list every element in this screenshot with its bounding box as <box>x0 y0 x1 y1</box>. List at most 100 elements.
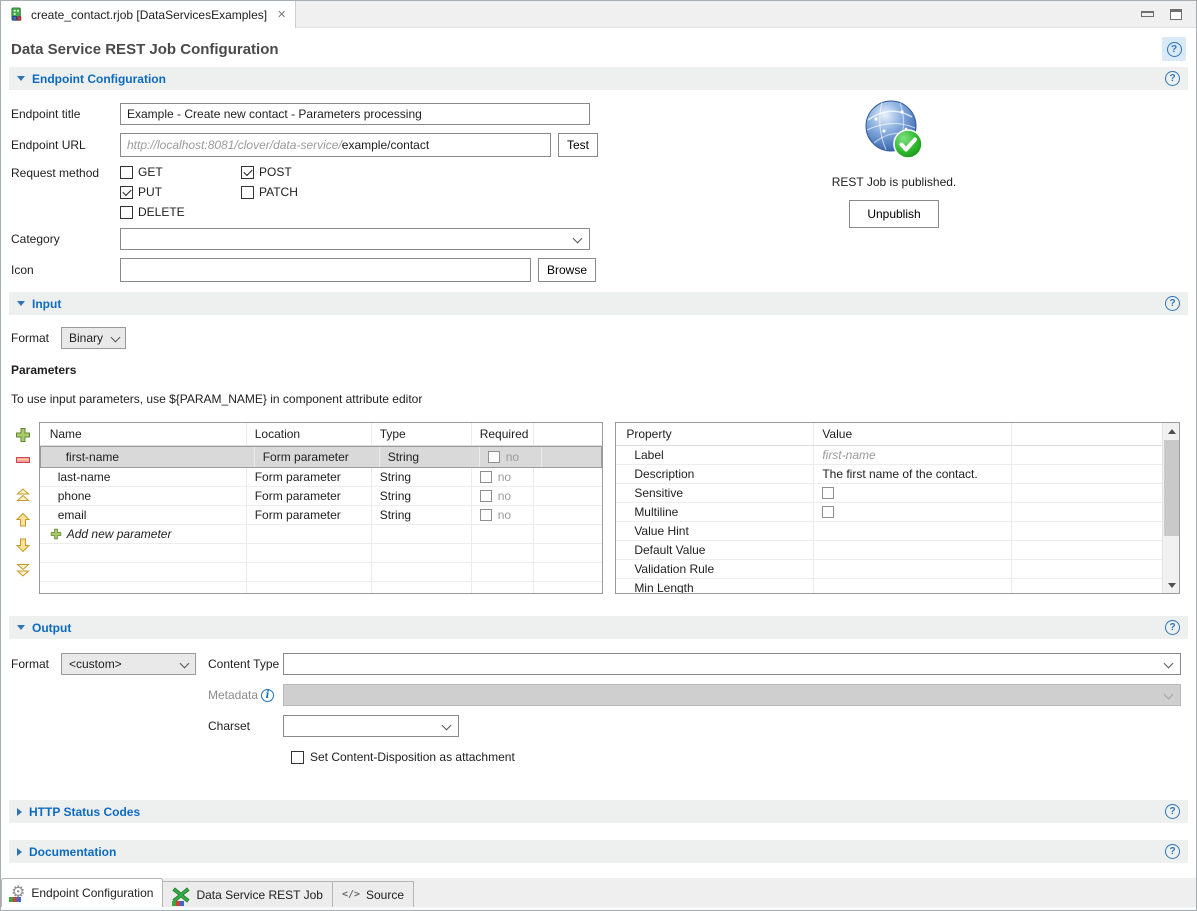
move-top-icon[interactable] <box>15 487 31 503</box>
content-disposition-option[interactable]: Set Content-Disposition as attachment <box>291 750 1188 764</box>
property-value[interactable]: The first name of the contact. <box>814 465 1012 483</box>
editor-tab-create-contact[interactable]: create_contact.rjob [DataServicesExample… <box>1 1 296 28</box>
param-location[interactable]: Form parameter <box>247 506 372 524</box>
column-header-property[interactable]: Property <box>616 423 814 445</box>
unpublish-button[interactable]: Unpublish <box>849 200 938 228</box>
get-checkbox[interactable] <box>120 166 133 179</box>
property-value[interactable] <box>814 560 1012 578</box>
column-header-name[interactable]: Name <box>40 423 247 445</box>
param-location[interactable]: Form parameter <box>247 487 372 505</box>
add-parameter-icon[interactable] <box>15 427 31 443</box>
add-new-parameter-row[interactable]: Add new parameter <box>40 525 603 544</box>
param-type[interactable]: String <box>372 506 472 524</box>
http-status-help-button[interactable]: ? <box>1165 804 1180 819</box>
property-row[interactable]: Description The first name of the contac… <box>616 465 1169 484</box>
param-type[interactable]: String <box>372 468 472 486</box>
parameter-row[interactable]: first-name Form parameter String no <box>40 446 603 468</box>
patch-checkbox[interactable] <box>241 186 254 199</box>
tab-data-service-rest-job[interactable]: Data Service REST Job <box>163 881 333 907</box>
post-checkbox[interactable] <box>241 166 254 179</box>
http-status-codes-header[interactable]: HTTP Status Codes ? <box>9 800 1188 823</box>
column-header-type[interactable]: Type <box>372 423 472 445</box>
scroll-down-icon[interactable] <box>1163 577 1180 593</box>
param-name[interactable]: last-name <box>40 468 247 486</box>
parameter-row[interactable]: phone Form parameter String no <box>40 487 603 506</box>
output-format-dropdown[interactable]: <custom> <box>61 653 196 675</box>
property-row[interactable]: Validation Rule <box>616 560 1169 579</box>
scrollbar[interactable] <box>1162 423 1179 593</box>
scrollbar-thumb[interactable] <box>1164 440 1179 536</box>
tab-source[interactable]: </> Source <box>333 881 414 907</box>
column-header-value[interactable]: Value <box>814 423 1012 445</box>
minimize-icon[interactable] <box>1141 11 1154 17</box>
charset-dropdown[interactable] <box>283 715 459 737</box>
page-help-button[interactable]: ? <box>1162 37 1186 61</box>
param-type[interactable]: String <box>372 487 472 505</box>
category-label: Category <box>1 232 120 246</box>
remove-parameter-icon[interactable] <box>15 452 31 468</box>
test-button[interactable]: Test <box>558 133 598 157</box>
property-value[interactable]: first-name <box>822 448 875 462</box>
info-icon[interactable]: i <box>261 689 274 702</box>
category-dropdown[interactable] <box>120 228 590 250</box>
property-row[interactable]: Min Length <box>616 579 1169 594</box>
parameter-row[interactable]: email Form parameter String no <box>40 506 603 525</box>
tab-label: Source <box>366 888 404 902</box>
param-name[interactable]: email <box>40 506 247 524</box>
chevron-down-icon <box>573 234 583 244</box>
required-checkbox[interactable] <box>480 509 492 521</box>
tab-endpoint-configuration[interactable]: ⚙ Endpoint Configuration <box>1 878 163 907</box>
param-type[interactable]: String <box>380 447 480 467</box>
param-location[interactable]: Form parameter <box>247 468 372 486</box>
property-row[interactable]: Multiline <box>616 503 1169 522</box>
input-format-dropdown[interactable]: Binary <box>61 327 126 349</box>
property-value[interactable] <box>814 579 1012 594</box>
endpoint-url-prefix: http://localhost:8081/clover/data-servic… <box>127 138 342 152</box>
parameter-row[interactable]: last-name Form parameter String no <box>40 468 603 487</box>
param-name[interactable]: first-name <box>48 447 255 467</box>
content-disposition-checkbox[interactable] <box>291 751 304 764</box>
maximize-icon[interactable] <box>1170 9 1182 20</box>
close-tab-icon[interactable]: ✕ <box>277 8 286 21</box>
collapse-arrow-icon <box>17 76 25 81</box>
sensitive-checkbox[interactable] <box>822 487 834 499</box>
property-row[interactable]: Label first-name <box>616 446 1169 465</box>
documentation-header[interactable]: Documentation ? <box>9 840 1188 863</box>
method-put[interactable]: PUT <box>120 185 241 199</box>
property-value[interactable] <box>814 541 1012 559</box>
param-name[interactable]: phone <box>40 487 247 505</box>
property-row[interactable]: Value Hint <box>616 522 1169 541</box>
scroll-up-icon[interactable] <box>1163 423 1180 439</box>
endpoint-help-button[interactable]: ? <box>1165 71 1180 86</box>
method-delete[interactable]: DELETE <box>120 205 241 219</box>
content-type-dropdown[interactable] <box>283 653 1181 675</box>
multiline-checkbox[interactable] <box>822 506 834 518</box>
input-section-header[interactable]: Input ? <box>9 292 1188 315</box>
method-get[interactable]: GET <box>120 165 241 179</box>
method-post[interactable]: POST <box>241 165 362 179</box>
delete-checkbox[interactable] <box>120 206 133 219</box>
move-bottom-icon[interactable] <box>15 562 31 578</box>
move-up-icon[interactable] <box>15 512 31 528</box>
documentation-help-button[interactable]: ? <box>1165 844 1180 859</box>
property-row[interactable]: Default Value <box>616 541 1169 560</box>
icon-path-input[interactable] <box>120 258 531 282</box>
required-checkbox[interactable] <box>488 451 500 463</box>
input-help-button[interactable]: ? <box>1165 296 1180 311</box>
property-value[interactable] <box>814 522 1012 540</box>
property-row[interactable]: Sensitive <box>616 484 1169 503</box>
move-down-icon[interactable] <box>15 537 31 553</box>
column-header-required[interactable]: Required <box>472 423 534 445</box>
required-checkbox[interactable] <box>480 471 492 483</box>
browse-button[interactable]: Browse <box>538 258 596 282</box>
output-section-header[interactable]: Output ? <box>9 616 1188 639</box>
method-patch[interactable]: PATCH <box>241 185 362 199</box>
endpoint-url-input[interactable]: http://localhost:8081/clover/data-servic… <box>120 133 551 157</box>
endpoint-configuration-header[interactable]: Endpoint Configuration ? <box>9 67 1188 90</box>
param-location[interactable]: Form parameter <box>255 447 380 467</box>
endpoint-title-input[interactable] <box>120 103 590 125</box>
required-checkbox[interactable] <box>480 490 492 502</box>
output-help-button[interactable]: ? <box>1165 620 1180 635</box>
column-header-location[interactable]: Location <box>247 423 372 445</box>
put-checkbox[interactable] <box>120 186 133 199</box>
